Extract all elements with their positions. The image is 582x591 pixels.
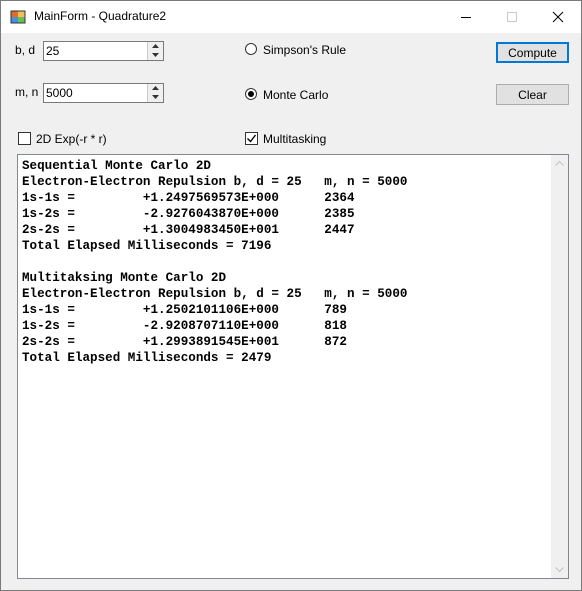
simpson-label[interactable]: Simpson's Rule	[263, 43, 346, 57]
output-line: 2s-2s = +1.3004983450E+001 2447	[22, 223, 355, 237]
multitasking-label[interactable]: Multitasking	[263, 132, 326, 146]
bd-spin-up[interactable]	[150, 42, 160, 50]
bd-numeric-input[interactable]: 25	[43, 41, 164, 61]
output-line: 1s-1s = +1.2497569573E+000 2364	[22, 191, 355, 205]
results-textbox[interactable]: Sequential Monte Carlo 2D Electron-Elect…	[17, 154, 569, 579]
multitasking-checkbox[interactable]	[245, 132, 258, 145]
mn-label: m, n	[15, 85, 39, 99]
close-button[interactable]	[535, 1, 581, 33]
bd-spin-down[interactable]	[150, 51, 160, 59]
vertical-scrollbar[interactable]	[551, 155, 568, 578]
mn-value[interactable]: 5000	[46, 86, 73, 100]
output-line: 2s-2s = +1.2993891545E+001 872	[22, 335, 347, 349]
chevron-up-icon	[555, 161, 564, 166]
chevron-down-icon	[151, 95, 159, 99]
mn-numeric-input[interactable]: 5000	[43, 83, 164, 103]
monte-carlo-radio[interactable]	[245, 88, 257, 100]
bd-value[interactable]: 25	[46, 44, 59, 58]
chevron-up-icon	[151, 44, 159, 48]
scroll-down-button[interactable]	[551, 561, 568, 578]
monte-carlo-label[interactable]: Monte Carlo	[263, 88, 328, 102]
radio-selected-dot	[248, 91, 254, 97]
app-icon	[10, 10, 26, 24]
mn-spin-down[interactable]	[150, 93, 160, 101]
checkmark-icon	[247, 134, 257, 143]
output-line: 1s-2s = -2.9276043870E+000 2385	[22, 207, 355, 221]
simpson-radio[interactable]	[245, 43, 257, 55]
output-line: Total Elapsed Milliseconds = 2479	[22, 351, 272, 365]
compute-button[interactable]: Compute	[496, 42, 569, 63]
output-line: 1s-1s = +1.2502101106E+000 789	[22, 303, 347, 317]
maximize-icon	[507, 12, 517, 22]
title-bar: MainForm - Quadrature2	[1, 1, 581, 33]
scroll-up-button[interactable]	[551, 155, 568, 172]
mn-spin-buttons	[147, 84, 163, 102]
minimize-button[interactable]	[443, 1, 489, 33]
output-line: Multitaksing Monte Carlo 2D	[22, 271, 227, 285]
output-line: Electron-Electron Repulsion b, d = 25 m,…	[22, 287, 408, 301]
maximize-button[interactable]	[489, 1, 535, 33]
chevron-down-icon	[555, 567, 564, 572]
bd-spin-buttons	[147, 42, 163, 60]
bd-label: b, d	[15, 43, 36, 57]
output-line: 1s-2s = -2.9208707110E+000 818	[22, 319, 347, 333]
exp2d-label[interactable]: 2D Exp(-r * r)	[36, 132, 107, 146]
output-line: Electron-Electron Repulsion b, d = 25 m,…	[22, 175, 408, 189]
main-window: MainForm - Quadrature2 b, d 25 Simpson's…	[0, 0, 582, 591]
close-icon	[552, 11, 564, 23]
minimize-icon	[461, 17, 471, 18]
results-text: Sequential Monte Carlo 2D Electron-Elect…	[22, 158, 407, 366]
chevron-down-icon	[151, 53, 159, 57]
window-title: MainForm - Quadrature2	[34, 9, 167, 23]
output-line: Total Elapsed Milliseconds = 7196	[22, 239, 272, 253]
mn-spin-up[interactable]	[150, 84, 160, 92]
output-line: Sequential Monte Carlo 2D	[22, 159, 211, 173]
clear-button[interactable]: Clear	[496, 84, 569, 105]
chevron-up-icon	[151, 86, 159, 90]
exp2d-checkbox[interactable]	[18, 132, 31, 145]
